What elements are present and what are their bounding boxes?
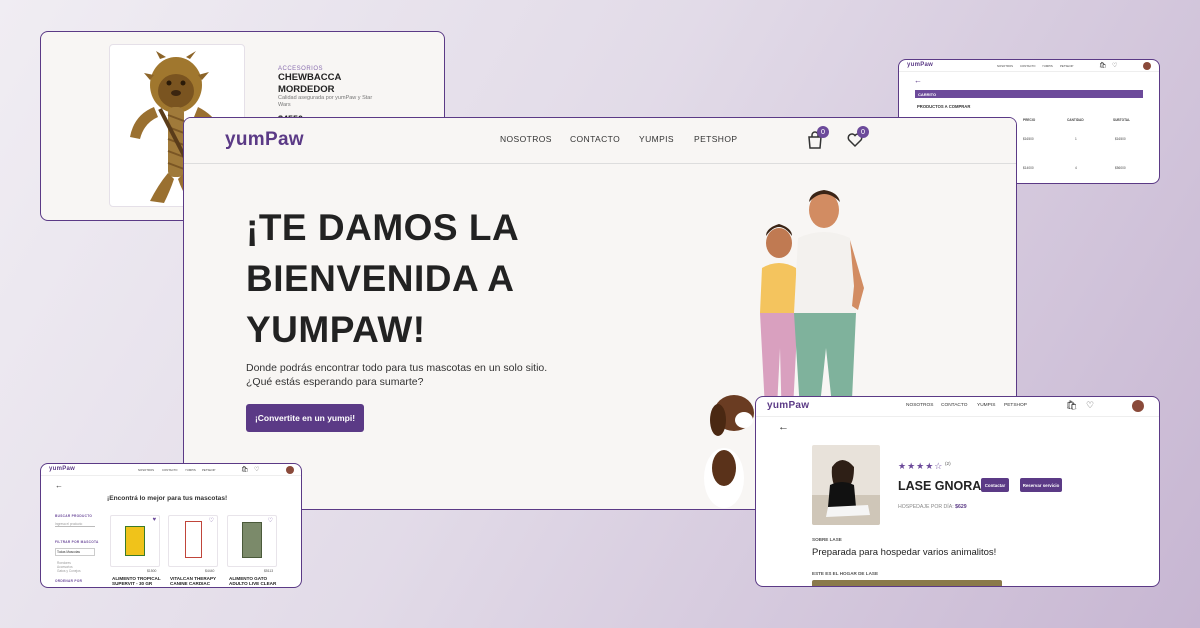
nav-contacto[interactable]: CONTACTO bbox=[941, 403, 967, 408]
cart-count-badge: 0 bbox=[817, 126, 829, 138]
nav-petshop[interactable]: PETSHOP bbox=[1060, 64, 1073, 68]
logo[interactable]: yumPaw bbox=[767, 400, 809, 411]
hero-subtitle: Donde podrás encontrar todo para tus mas… bbox=[246, 361, 566, 389]
lodging-label: HOSPEDAJE POR DÍA: bbox=[898, 504, 954, 510]
filter-label: FILTRAR POR MASCOTA bbox=[55, 540, 99, 544]
nav-contacto[interactable]: CONTACTO bbox=[162, 468, 177, 472]
avatar[interactable] bbox=[1132, 400, 1144, 412]
cart-icon[interactable]: 🛍 bbox=[1099, 62, 1107, 69]
nav-petshop[interactable]: PETSHOP bbox=[202, 468, 215, 472]
hero-title-line: ¡TE DAMOS LA bbox=[246, 207, 520, 248]
home-label: ESTE ES EL HOGAR DE LASE bbox=[812, 571, 879, 576]
favorites-count-badge: 0 bbox=[857, 126, 869, 138]
heart-icon[interactable]: ♡ bbox=[1086, 400, 1094, 411]
logo[interactable]: yumPaw bbox=[49, 466, 75, 472]
nav-nosotros[interactable]: NOSOTROS bbox=[906, 403, 933, 408]
contact-button[interactable]: Contactar bbox=[981, 478, 1009, 492]
product-search-card: yumPaw NOSOTROS CONTACTO YUMPIS PETSHOP … bbox=[40, 463, 302, 588]
product-tile[interactable]: ♥ bbox=[110, 515, 160, 567]
search-label: BUSCAR PRODUCTO bbox=[55, 514, 93, 518]
cart-button[interactable]: 0 bbox=[807, 126, 829, 149]
cart-icon[interactable]: 🛍 bbox=[241, 466, 249, 473]
filter-option[interactable]: Gatos y Conejos bbox=[57, 569, 81, 573]
cart-item-qty[interactable]: 4 bbox=[1075, 166, 1077, 170]
nav-petshop[interactable]: PETSHOP bbox=[694, 134, 737, 144]
host-photo bbox=[812, 445, 880, 525]
col-cantidad: CANTIDAD bbox=[1067, 118, 1084, 122]
back-arrow-icon[interactable]: ← bbox=[55, 481, 63, 490]
product-tile[interactable]: ♡ bbox=[168, 515, 218, 567]
heart-filled-icon[interactable]: ♥ bbox=[152, 517, 156, 523]
order-label: ORDENAR POR bbox=[55, 579, 83, 583]
about-text: Preparada para hospedar varios animalito… bbox=[812, 547, 997, 558]
heart-icon[interactable]: ♡ bbox=[209, 517, 214, 524]
hero-title-line: BIENVENIDA A bbox=[246, 258, 515, 299]
host-profile-card: yumPaw NOSOTROS CONTACTO YUMPIS PETSHOP … bbox=[755, 396, 1160, 587]
heart-icon[interactable]: ♡ bbox=[1112, 62, 1117, 69]
nav-contacto[interactable]: CONTACTO bbox=[570, 134, 620, 144]
search-header: yumPaw NOSOTROS CONTACTO YUMPIS PETSHOP … bbox=[41, 464, 301, 476]
product-name: CHEWBACCA MORDEDOR bbox=[278, 72, 341, 95]
about-label: SOBRE LASE bbox=[812, 537, 842, 542]
cart-item-price: $16500 bbox=[1023, 137, 1034, 141]
product-price: $1500 bbox=[147, 569, 157, 573]
nav-yumpis[interactable]: YUMPIS bbox=[185, 468, 196, 472]
heart-icon[interactable]: ♡ bbox=[254, 466, 259, 473]
favorites-button[interactable]: 0 bbox=[847, 126, 869, 150]
rating-stars: ★★★★☆ bbox=[898, 461, 944, 471]
cart-bar: CARRITO bbox=[915, 90, 1143, 98]
host-name: LASE GNORA bbox=[898, 479, 982, 493]
rating-count: (2) bbox=[945, 461, 951, 466]
heart-icon[interactable]: ♡ bbox=[268, 517, 273, 524]
product-image bbox=[185, 521, 202, 558]
product-price: $4440 bbox=[205, 569, 215, 573]
cart-item-subtotal: $16500 bbox=[1115, 137, 1126, 141]
hero-title: ¡TE DAMOS LA BIENVENIDA A YUMPAW! bbox=[246, 202, 606, 355]
lodging-price: HOSPEDAJE POR DÍA: $629 bbox=[898, 504, 967, 510]
site-header: yumPaw NOSOTROS CONTACTO YUMPIS PETSHOP … bbox=[184, 118, 1016, 164]
nav-yumpis[interactable]: YUMPIS bbox=[1042, 64, 1053, 68]
hero-subtitle-line: Donde podrás encontrar todo para tus mas… bbox=[246, 362, 548, 374]
product-image bbox=[242, 522, 262, 558]
product-tile[interactable]: ♡ bbox=[227, 515, 277, 567]
product-price: $5113 bbox=[264, 569, 274, 573]
nav-nosotros[interactable]: NOSOTROS bbox=[997, 64, 1013, 68]
search-input[interactable]: Ingresa el producto bbox=[55, 522, 95, 527]
product-name: VITALCAN THERAPY CANINE CARDIAC bbox=[170, 576, 217, 587]
product-name: ALIMENTO TROPICAL SUPERVIT - 30 GR bbox=[112, 576, 161, 587]
lodging-value: $629 bbox=[955, 504, 967, 510]
nav-nosotros[interactable]: NOSOTROS bbox=[138, 468, 154, 472]
profile-header: yumPaw NOSOTROS CONTACTO YUMPIS PETSHOP … bbox=[756, 397, 1159, 417]
signup-cta-button[interactable]: ¡Convertite en un yumpi! bbox=[246, 404, 364, 432]
avatar[interactable] bbox=[286, 466, 294, 474]
pet-filter-select[interactable]: Todas Mascotas bbox=[55, 548, 95, 556]
cart-icon[interactable]: 🛍 bbox=[1066, 400, 1077, 411]
nav-nosotros[interactable]: NOSOTROS bbox=[500, 134, 552, 144]
cart-item-price: $14000 bbox=[1023, 166, 1034, 170]
cart-item-qty[interactable]: 1 bbox=[1075, 137, 1077, 141]
product-description: Calidad asegurada por yumPaw y Star Wars bbox=[278, 95, 373, 108]
nav-petshop[interactable]: PETSHOP bbox=[1004, 403, 1027, 408]
col-precio: PRECIO bbox=[1023, 118, 1036, 122]
logo[interactable]: yumPaw bbox=[225, 129, 304, 151]
hero-subtitle-line: ¿Qué estás esperando para sumarte? bbox=[246, 376, 424, 388]
host-photo-image bbox=[812, 460, 880, 525]
col-subtotal: SUBTOTAL bbox=[1113, 118, 1131, 122]
nav-yumpis[interactable]: YUMPIS bbox=[977, 403, 995, 408]
back-arrow-icon[interactable]: ← bbox=[914, 76, 922, 85]
hero-title-line: YUMPAW! bbox=[246, 309, 426, 350]
product-image bbox=[125, 526, 145, 556]
back-arrow-icon[interactable]: ← bbox=[778, 421, 789, 433]
cart-header: yumPaw NOSOTROS CONTACTO YUMPIS PETSHOP … bbox=[899, 60, 1159, 72]
avatar[interactable] bbox=[1143, 62, 1151, 70]
logo[interactable]: yumPaw bbox=[907, 62, 933, 68]
search-page-title: ¡Encontrá lo mejor para tus mascotas! bbox=[107, 495, 228, 502]
cart-section-title: PRODUCTOS A COMPRAR bbox=[917, 104, 971, 109]
nav-yumpis[interactable]: YUMPIS bbox=[639, 134, 674, 144]
cart-item-subtotal: $56000 bbox=[1115, 166, 1126, 170]
reserve-service-button[interactable]: Reservar servicio bbox=[1020, 478, 1062, 492]
product-name: ALIMENTO GATO ADULTO LIVE CLEAR bbox=[229, 576, 277, 587]
home-photo bbox=[812, 580, 1002, 586]
nav-contacto[interactable]: CONTACTO bbox=[1020, 64, 1035, 68]
